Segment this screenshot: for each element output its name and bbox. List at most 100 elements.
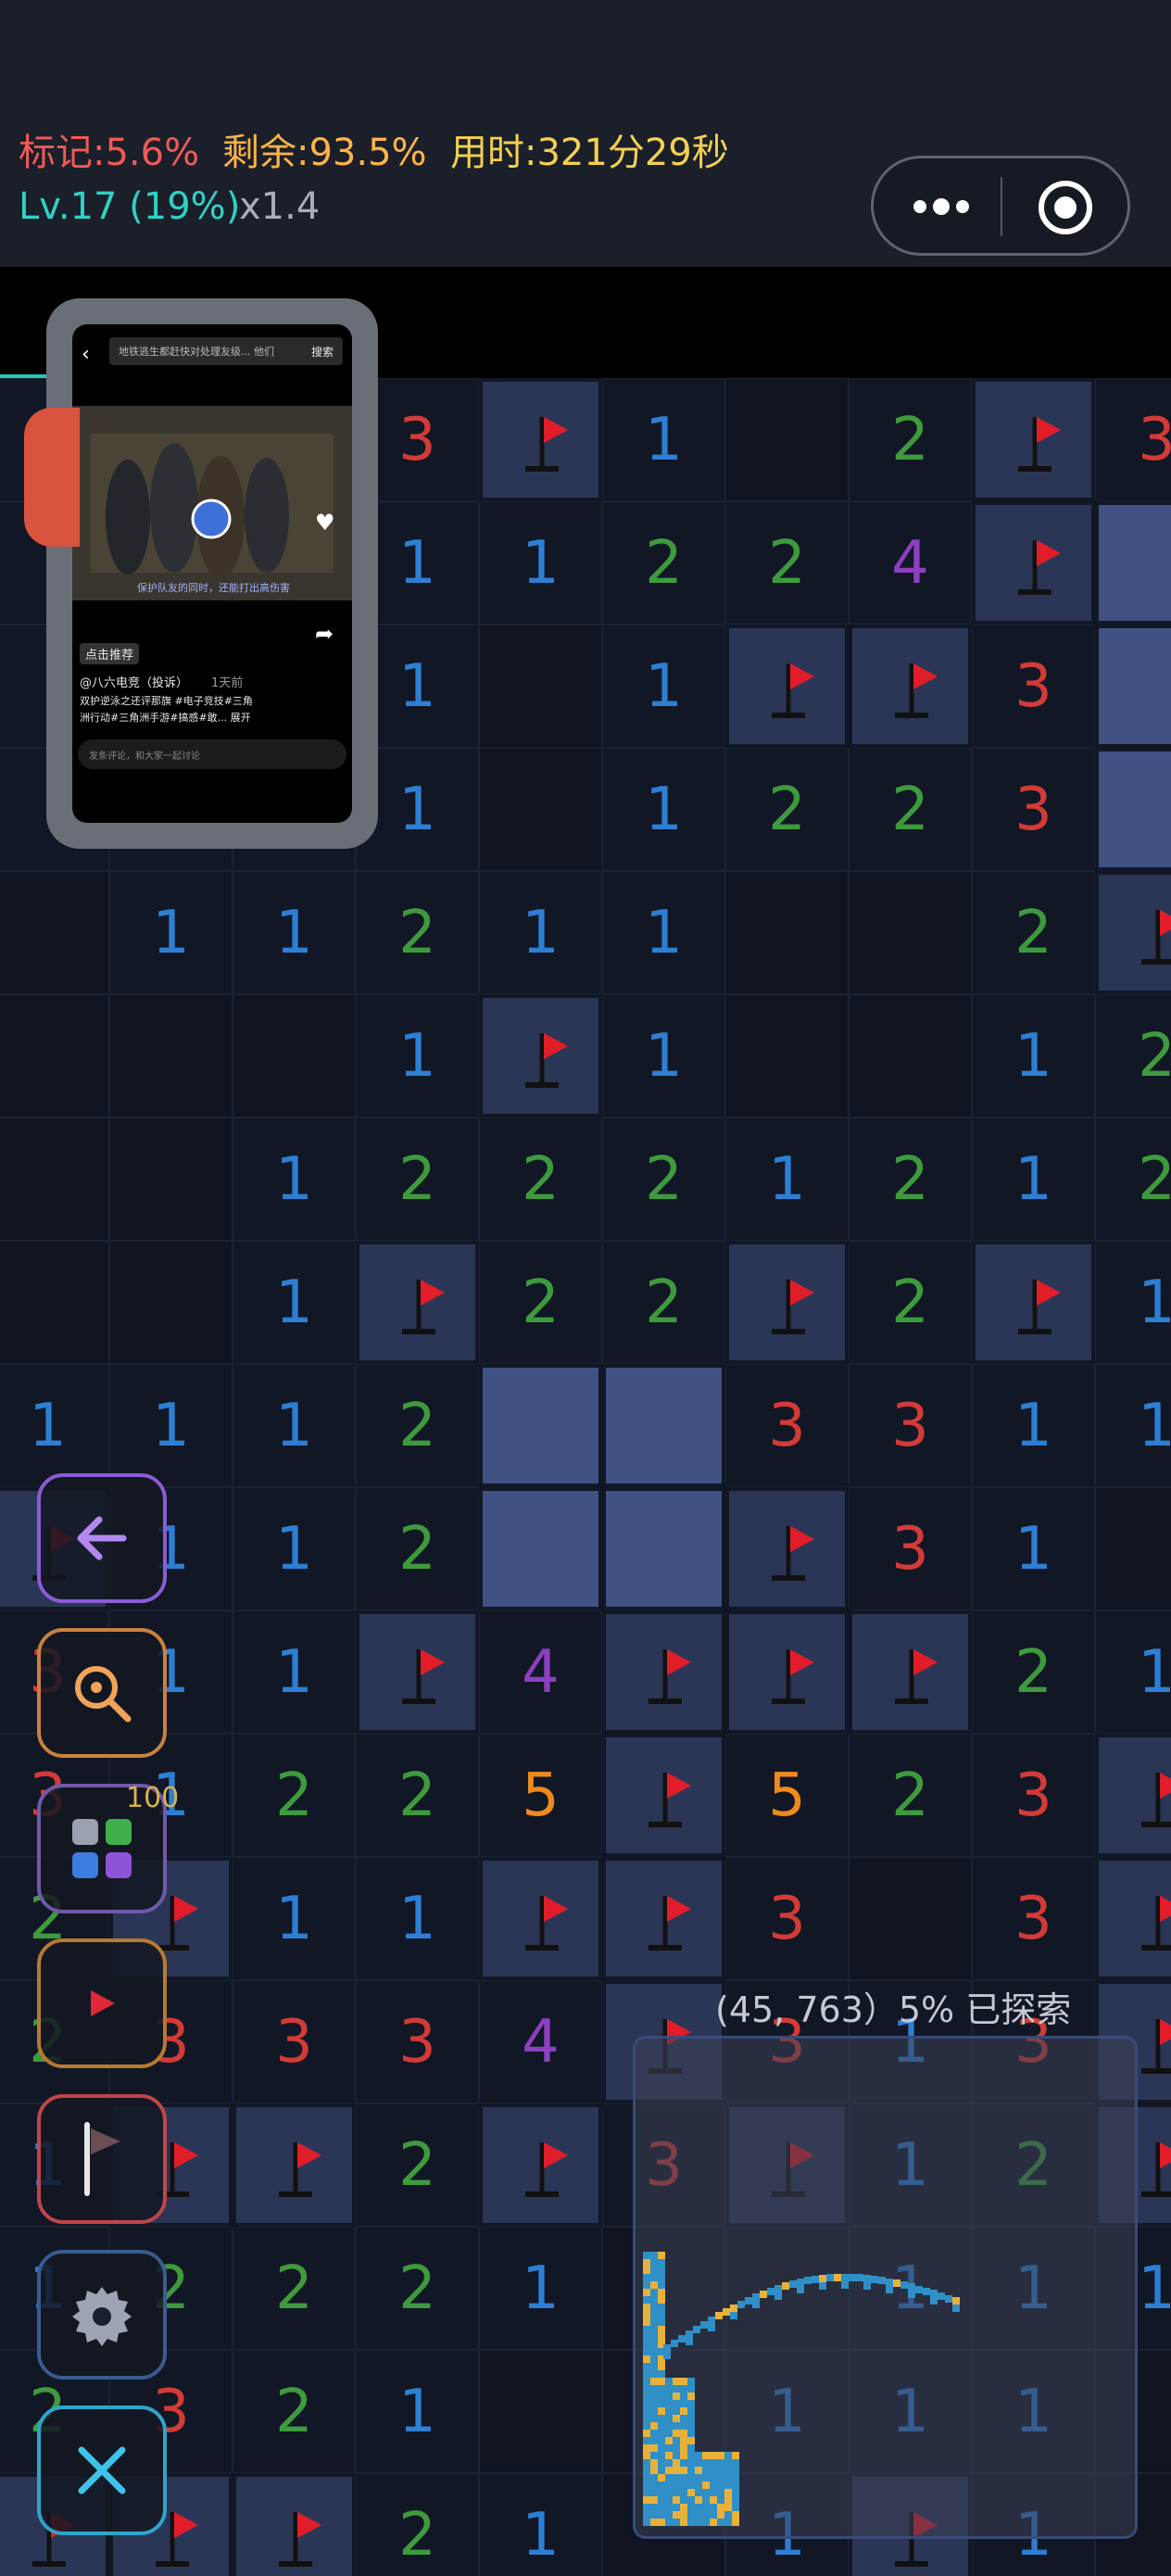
number-cell[interactable]: 1 bbox=[479, 501, 602, 625]
number-cell[interactable]: 3 bbox=[233, 1980, 356, 2103]
number-cell[interactable]: 5 bbox=[479, 1734, 602, 1857]
number-cell[interactable]: 2 bbox=[1095, 1118, 1171, 1241]
empty-cell[interactable] bbox=[109, 1118, 233, 1241]
number-cell[interactable]: 2 bbox=[849, 378, 972, 501]
number-cell[interactable]: 2 bbox=[725, 501, 849, 625]
number-cell[interactable]: 1 bbox=[972, 1364, 1095, 1487]
unrevealed-cell[interactable] bbox=[479, 1487, 602, 1610]
number-cell[interactable]: 1 bbox=[233, 1610, 356, 1734]
flagged-cell[interactable] bbox=[972, 1241, 1095, 1364]
unrevealed-cell[interactable] bbox=[479, 1364, 602, 1487]
flagged-cell[interactable] bbox=[356, 1610, 479, 1734]
number-cell[interactable]: 2 bbox=[356, 871, 479, 994]
number-cell[interactable]: 2 bbox=[849, 748, 972, 871]
number-cell[interactable]: 1 bbox=[0, 1364, 109, 1487]
empty-cell[interactable] bbox=[109, 1241, 233, 1364]
empty-cell[interactable] bbox=[0, 1118, 109, 1241]
number-cell[interactable]: 1 bbox=[1095, 1610, 1171, 1734]
flagged-cell[interactable] bbox=[479, 1857, 602, 1980]
flagged-cell[interactable] bbox=[479, 2103, 602, 2227]
number-cell[interactable]: 2 bbox=[356, 1118, 479, 1241]
unrevealed-cell[interactable] bbox=[1095, 748, 1171, 871]
number-cell[interactable]: 1 bbox=[233, 1487, 356, 1610]
flagged-cell[interactable] bbox=[479, 994, 602, 1118]
unrevealed-cell[interactable] bbox=[1095, 625, 1171, 748]
flagged-cell[interactable] bbox=[602, 1610, 725, 1734]
number-cell[interactable]: 1 bbox=[972, 994, 1095, 1118]
number-cell[interactable]: 2 bbox=[233, 2350, 356, 2473]
back-button[interactable] bbox=[37, 1473, 167, 1603]
number-cell[interactable]: 2 bbox=[1095, 994, 1171, 1118]
flagged-cell[interactable] bbox=[725, 1487, 849, 1610]
number-cell[interactable]: 1 bbox=[233, 1241, 356, 1364]
video-button[interactable] bbox=[37, 1938, 167, 2068]
number-cell[interactable]: 2 bbox=[725, 748, 849, 871]
number-cell[interactable]: 1 bbox=[602, 625, 725, 748]
number-cell[interactable]: 1 bbox=[233, 1364, 356, 1487]
number-cell[interactable]: 2 bbox=[233, 1734, 356, 1857]
empty-cell[interactable] bbox=[0, 994, 109, 1118]
share-icon[interactable]: ➦ bbox=[315, 621, 334, 647]
empty-cell[interactable] bbox=[479, 625, 602, 748]
number-cell[interactable]: 2 bbox=[602, 501, 725, 625]
number-cell[interactable]: 3 bbox=[725, 1364, 849, 1487]
unrevealed-cell[interactable] bbox=[1095, 501, 1171, 625]
number-cell[interactable]: 2 bbox=[972, 1610, 1095, 1734]
empty-cell[interactable] bbox=[725, 994, 849, 1118]
number-cell[interactable]: 3 bbox=[849, 1364, 972, 1487]
empty-cell[interactable] bbox=[109, 994, 233, 1118]
number-cell[interactable]: 1 bbox=[1095, 1241, 1171, 1364]
number-cell[interactable]: 1 bbox=[602, 378, 725, 501]
more-dots-icon[interactable] bbox=[901, 181, 985, 233]
number-cell[interactable]: 1 bbox=[479, 2227, 602, 2350]
flagged-cell[interactable] bbox=[602, 1857, 725, 1980]
video-search-bar[interactable]: 地铁逃生都赶快对处理友级... 他们 搜索 bbox=[109, 337, 343, 365]
empty-cell[interactable] bbox=[479, 2350, 602, 2473]
flagged-cell[interactable] bbox=[1095, 871, 1171, 994]
number-cell[interactable]: 2 bbox=[479, 1118, 602, 1241]
number-cell[interactable]: 1 bbox=[725, 1118, 849, 1241]
empty-cell[interactable] bbox=[0, 1241, 109, 1364]
number-cell[interactable]: 1 bbox=[356, 2350, 479, 2473]
number-cell[interactable]: 5 bbox=[725, 1734, 849, 1857]
number-cell[interactable]: 3 bbox=[725, 1857, 849, 1980]
number-cell[interactable]: 2 bbox=[233, 2227, 356, 2350]
back-arrow-icon[interactable]: ‹ bbox=[82, 343, 90, 366]
flagged-cell[interactable] bbox=[849, 1610, 972, 1734]
number-cell[interactable]: 2 bbox=[356, 2227, 479, 2350]
empty-cell[interactable] bbox=[0, 871, 109, 994]
empty-cell[interactable] bbox=[479, 748, 602, 871]
number-cell[interactable]: 1 bbox=[479, 871, 602, 994]
flagged-cell[interactable] bbox=[725, 1241, 849, 1364]
flagged-cell[interactable] bbox=[602, 1734, 725, 1857]
flagged-cell[interactable] bbox=[479, 378, 602, 501]
like-icon[interactable]: ♥ bbox=[315, 510, 335, 536]
video-comment-bar[interactable]: 发条评论，和大家一起讨论 bbox=[78, 739, 346, 769]
empty-cell[interactable] bbox=[849, 871, 972, 994]
number-cell[interactable]: 1 bbox=[233, 871, 356, 994]
empty-cell[interactable] bbox=[233, 994, 356, 1118]
empty-cell[interactable] bbox=[849, 1857, 972, 1980]
minimap[interactable] bbox=[633, 2036, 1138, 2539]
number-cell[interactable]: 2 bbox=[972, 871, 1095, 994]
video-tag[interactable]: 点击推荐 bbox=[80, 643, 140, 664]
apps-button[interactable]: 100 bbox=[37, 1782, 179, 1913]
number-cell[interactable]: 3 bbox=[972, 1857, 1095, 1980]
number-cell[interactable]: 1 bbox=[479, 2473, 602, 2576]
number-cell[interactable]: 1 bbox=[356, 1857, 479, 1980]
settings-button[interactable] bbox=[37, 2250, 167, 2380]
flagged-cell[interactable] bbox=[233, 2473, 356, 2576]
number-cell[interactable]: 1 bbox=[233, 1118, 356, 1241]
unrevealed-cell[interactable] bbox=[602, 1487, 725, 1610]
number-cell[interactable]: 2 bbox=[602, 1118, 725, 1241]
number-cell[interactable]: 4 bbox=[479, 1980, 602, 2103]
empty-cell[interactable] bbox=[849, 994, 972, 1118]
empty-cell[interactable] bbox=[725, 871, 849, 994]
number-cell[interactable]: 1 bbox=[1095, 1364, 1171, 1487]
record-circle-icon[interactable] bbox=[1031, 173, 1100, 242]
flagged-cell[interactable] bbox=[972, 378, 1095, 501]
number-cell[interactable]: 1 bbox=[356, 994, 479, 1118]
number-cell[interactable]: 3 bbox=[972, 625, 1095, 748]
number-cell[interactable]: 4 bbox=[849, 501, 972, 625]
number-cell[interactable]: 1 bbox=[972, 1118, 1095, 1241]
